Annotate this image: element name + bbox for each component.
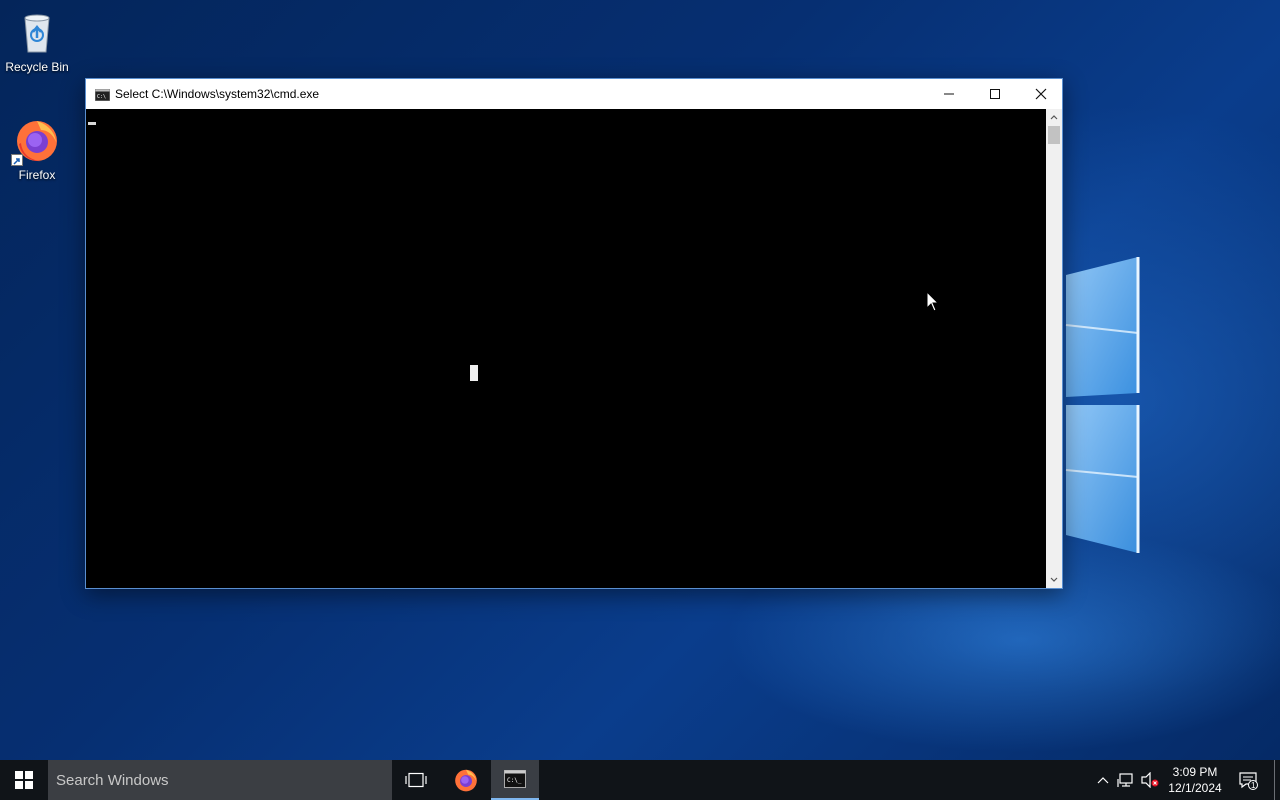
minimize-button[interactable]	[926, 79, 972, 109]
clock[interactable]: 3:09 PM 12/1/2024	[1160, 764, 1230, 796]
text-cursor	[88, 122, 96, 125]
svg-text:C:\: C:\	[97, 94, 106, 100]
chevron-down-icon	[1050, 577, 1058, 582]
taskbar: C:\_ 3:09 PM 12/1/2024 1	[0, 760, 1280, 800]
clock-date: 12/1/2024	[1168, 781, 1222, 795]
vertical-scrollbar[interactable]	[1046, 109, 1062, 588]
cmd-icon: C:\_	[504, 770, 526, 788]
task-view-button[interactable]	[392, 760, 440, 800]
task-view-icon	[405, 772, 427, 788]
clock-time: 3:09 PM	[1172, 765, 1218, 779]
window-titlebar[interactable]: C:\ Select C:\Windows\system32\cmd.exe	[86, 79, 1062, 109]
firefox-icon	[11, 116, 61, 166]
selection-cursor	[470, 365, 478, 381]
minimize-icon	[944, 93, 954, 95]
shortcut-arrow-icon	[11, 154, 23, 166]
svg-text:C:\_: C:\_	[507, 777, 522, 784]
desktop-icon-firefox[interactable]: Firefox	[0, 116, 74, 182]
show-desktop-button[interactable]	[1274, 760, 1280, 800]
scroll-down-button[interactable]	[1046, 572, 1062, 588]
network-icon	[1117, 773, 1133, 787]
notification-count: 1	[1251, 781, 1256, 790]
close-icon	[1035, 88, 1047, 100]
maximize-icon	[990, 89, 1000, 99]
scroll-thumb[interactable]	[1048, 126, 1060, 144]
network-button[interactable]	[1115, 760, 1137, 800]
recycle-bin-icon	[13, 8, 61, 56]
console-output[interactable]	[86, 109, 1046, 588]
mouse-pointer-icon	[926, 291, 940, 312]
chevron-up-icon	[1050, 115, 1058, 120]
windows-start-icon	[15, 771, 33, 789]
scroll-up-button[interactable]	[1046, 109, 1062, 125]
firefox-icon	[455, 769, 477, 792]
action-center-button[interactable]: 1	[1234, 760, 1262, 800]
close-button[interactable]	[1018, 79, 1064, 109]
search-input[interactable]	[48, 760, 392, 800]
desktop-icon-recycle-bin[interactable]: Recycle Bin	[0, 8, 74, 74]
taskbar-cmd-button[interactable]: C:\_	[491, 760, 539, 800]
chevron-up-icon	[1097, 777, 1109, 784]
desktop-icon-label: Firefox	[18, 168, 56, 182]
start-button[interactable]	[0, 760, 48, 800]
show-hidden-icons-button[interactable]	[1093, 760, 1113, 800]
desktop-icon-label: Recycle Bin	[5, 60, 69, 74]
volume-muted-icon	[1141, 772, 1159, 788]
windows-wallpaper-logo	[1065, 257, 1140, 553]
window-title: Select C:\Windows\system32\cmd.exe	[115, 87, 320, 101]
maximize-button[interactable]	[972, 79, 1018, 109]
taskbar-firefox-button[interactable]	[442, 760, 490, 800]
volume-button[interactable]	[1139, 760, 1161, 800]
cmd-window[interactable]: C:\ Select C:\Windows\system32\cmd.exe	[85, 78, 1063, 589]
cmd-icon: C:\	[94, 88, 111, 102]
